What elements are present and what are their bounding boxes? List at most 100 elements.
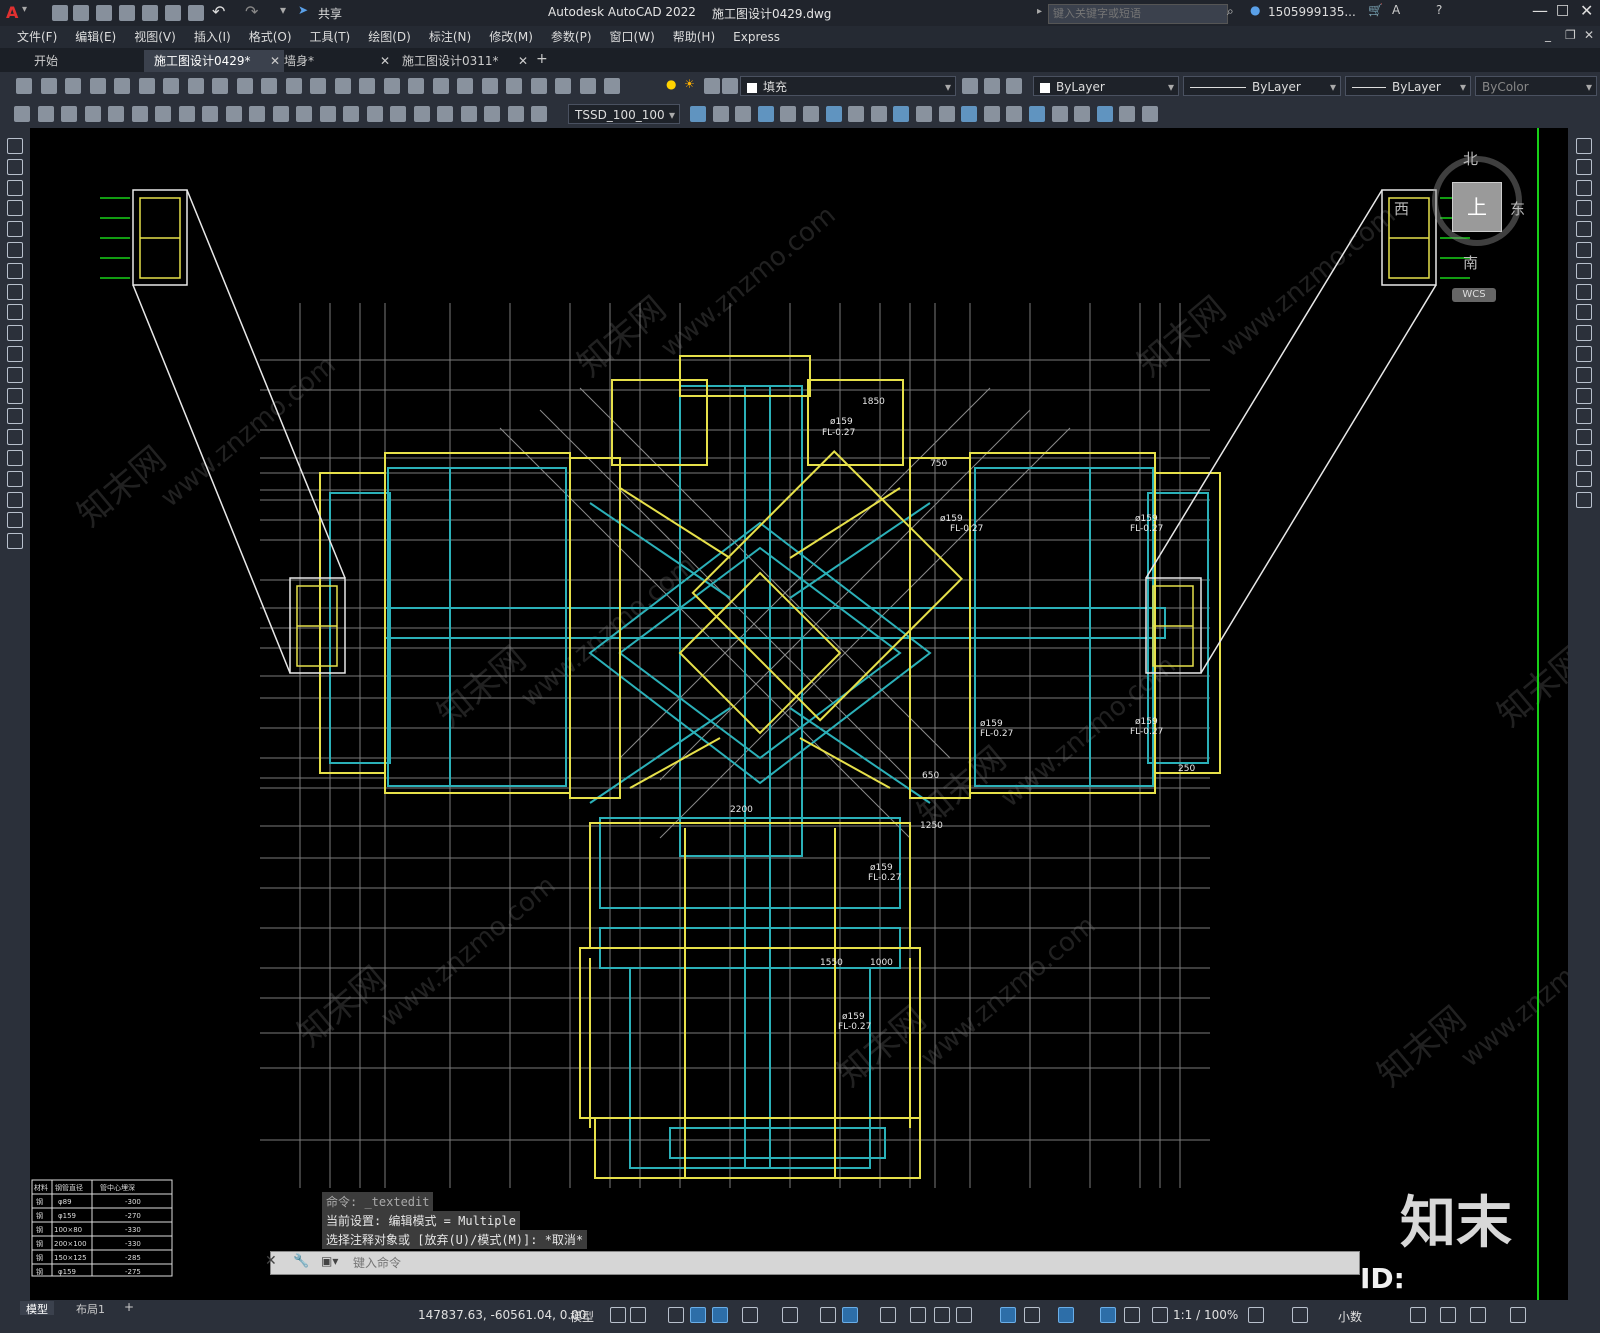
drawing-canvas[interactable]: 知末网 www.znzmo.com 知末网 www.znzmo.com 知末网 www.z… (30, 128, 1568, 1300)
minimize-icon[interactable]: — (1532, 1, 1548, 20)
join-icon[interactable] (1576, 408, 1592, 425)
selection-cycling-icon[interactable] (934, 1307, 950, 1323)
array-icon[interactable] (1576, 221, 1592, 238)
mirror-icon[interactable] (1576, 179, 1592, 196)
layer-color-icon[interactable] (722, 78, 738, 94)
region-icon[interactable] (7, 470, 23, 487)
plot-icon[interactable] (138, 78, 155, 94)
aligned-dim-icon[interactable] (108, 106, 124, 122)
menu-item[interactable]: 文件(F) (8, 26, 66, 48)
redo-icon[interactable] (310, 78, 326, 94)
user-name[interactable]: 1505999135... (1268, 5, 1356, 19)
construction-line-icon[interactable] (7, 158, 23, 175)
break-icon[interactable] (1576, 387, 1592, 404)
lineweight-dropdown[interactable]: ByLayer ▾ (1345, 76, 1471, 96)
tool-r-icon[interactable] (1096, 106, 1113, 122)
open-icon[interactable] (40, 78, 57, 94)
command-recent-icon[interactable]: ▣▾ (321, 1254, 338, 1268)
stretch-icon[interactable] (1576, 304, 1592, 321)
circle-icon[interactable] (7, 262, 23, 279)
units-dropdown[interactable]: 小数 (1338, 1308, 1362, 1325)
isodraft-icon[interactable] (782, 1307, 798, 1323)
print-icon[interactable] (188, 5, 204, 21)
share-icon[interactable]: ➤ (298, 3, 308, 17)
arc-length-icon[interactable] (131, 106, 148, 122)
tssd-3-icon[interactable] (61, 106, 77, 122)
trim-icon[interactable] (1576, 325, 1592, 342)
dim-break-icon[interactable] (366, 106, 383, 122)
tab-start[interactable]: 开始 (24, 50, 68, 72)
annotation-visibility-icon[interactable] (1100, 1307, 1116, 1323)
layout-tab-layout1[interactable]: 布局1 (70, 1301, 111, 1316)
user-icon[interactable]: ● (1250, 3, 1260, 17)
publish-icon[interactable] (165, 5, 181, 21)
selection-filter-icon[interactable] (1024, 1307, 1040, 1323)
help-icon[interactable]: ? (1436, 3, 1442, 17)
insert-block-icon[interactable] (7, 366, 23, 383)
erase-icon[interactable] (1576, 138, 1592, 154)
tab-wall[interactable]: 墙身* ✕ (274, 50, 394, 72)
search-input[interactable] (1048, 4, 1228, 24)
zoom-prev-icon[interactable] (408, 78, 424, 94)
tab-close-icon[interactable]: ✕ (518, 50, 528, 72)
center-mark-icon[interactable] (413, 106, 430, 122)
transparency-icon[interactable] (910, 1307, 926, 1323)
tool-o-icon[interactable] (1029, 106, 1045, 122)
tool-t-icon[interactable] (1142, 106, 1158, 122)
tool-i-icon[interactable] (893, 106, 910, 122)
redo-icon[interactable]: ↷ (245, 2, 258, 21)
ordinate-dim-icon[interactable] (155, 106, 171, 122)
menu-item[interactable]: 插入(I) (185, 26, 240, 48)
export-icon[interactable] (142, 5, 158, 21)
tssd-2-icon[interactable] (37, 106, 54, 122)
table-icon[interactable] (7, 491, 23, 508)
polyline-icon[interactable] (7, 179, 23, 196)
doc-minimize-icon[interactable]: _ (1545, 28, 1551, 42)
wcs-menu[interactable]: WCS (1452, 288, 1496, 302)
line-icon[interactable] (7, 138, 23, 154)
tool-c-icon[interactable] (757, 106, 774, 122)
add-selected-icon[interactable] (7, 533, 23, 550)
app-menu-chevron-icon[interactable]: ▾ (22, 4, 27, 15)
model-space-button[interactable]: 模型 (570, 1308, 594, 1325)
publish-icon[interactable] (163, 78, 179, 94)
doc-restore-icon[interactable]: ❐ (1565, 28, 1576, 42)
dim-update-icon[interactable] (531, 106, 547, 122)
mtext-icon[interactable] (7, 512, 23, 529)
3d-osnap-icon[interactable] (956, 1307, 972, 1323)
polar-icon[interactable] (742, 1307, 758, 1323)
rotate-icon[interactable] (1576, 262, 1592, 279)
tool-p-icon[interactable] (1051, 106, 1068, 122)
autodesk-app-icon[interactable]: A (1392, 3, 1400, 17)
polygon-icon[interactable] (7, 200, 23, 217)
break-at-point-icon[interactable] (1576, 366, 1592, 383)
quickcalc-icon[interactable] (555, 78, 571, 94)
ellipse-icon[interactable] (7, 325, 23, 342)
annotation-monitor-icon[interactable] (1292, 1307, 1308, 1323)
plotstyle-dropdown[interactable]: ByColor ▾ (1475, 76, 1597, 96)
view-cube-east[interactable]: 东 (1510, 198, 1525, 219)
extend-icon[interactable] (1576, 346, 1592, 362)
menu-item[interactable]: 格式(O) (240, 26, 301, 48)
menu-item[interactable]: 标注(N) (420, 26, 480, 48)
copy-object-icon[interactable] (1576, 158, 1592, 175)
offset-icon[interactable] (1576, 200, 1592, 217)
layer-manager-icon[interactable] (604, 78, 620, 94)
tool-e-icon[interactable] (803, 106, 819, 122)
move-icon[interactable] (1576, 242, 1592, 258)
maximize-icon[interactable]: □ (1556, 2, 1569, 18)
layer-iso-icon[interactable] (1006, 78, 1022, 94)
cart-icon[interactable]: 🛒 (1368, 3, 1383, 17)
tool-h-icon[interactable] (870, 106, 887, 122)
radius-dim-icon[interactable] (178, 106, 195, 122)
make-block-icon[interactable] (7, 387, 23, 404)
tool-l-icon[interactable] (961, 106, 978, 122)
view-cube-west[interactable]: 西 (1394, 198, 1409, 219)
menu-item[interactable]: 帮助(H) (664, 26, 724, 48)
angular-dim-icon[interactable] (249, 106, 265, 122)
tssd-1-icon[interactable] (14, 106, 30, 122)
dynamic-input-icon[interactable] (690, 1307, 706, 1323)
tool-f-icon[interactable] (825, 106, 842, 122)
new-tab-plus-icon[interactable]: + (536, 51, 548, 67)
isolate-objects-icon[interactable] (1410, 1307, 1426, 1323)
